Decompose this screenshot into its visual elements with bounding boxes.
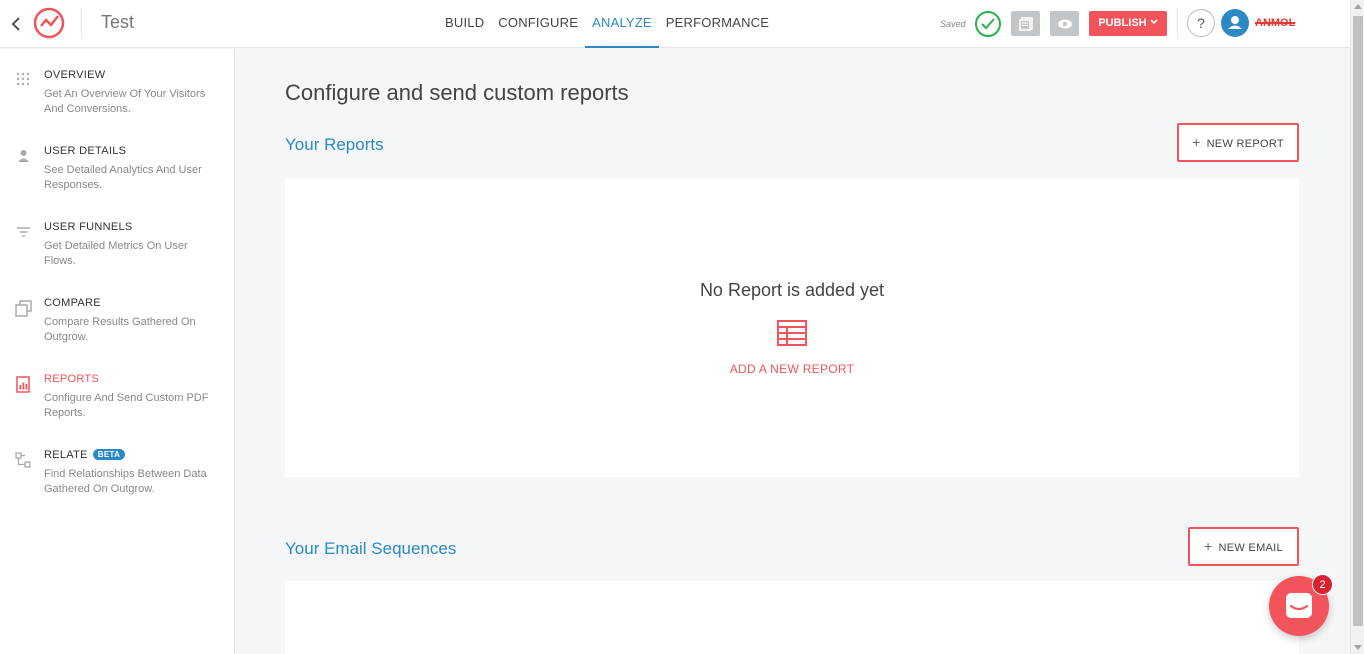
sidebar-item-desc: Compare Results Gathered On Outgrow. <box>44 316 196 343</box>
help-button[interactable]: ? <box>1187 9 1215 37</box>
chevron-down-icon <box>1150 19 1158 25</box>
sidebar-item-desc: Configure And Send Custom PDF Reports. <box>44 392 209 419</box>
tab-analyze[interactable]: ANALYZE <box>585 0 659 48</box>
sidebar-item-user-details[interactable]: USER DETAILS See Detailed Analytics And … <box>0 145 234 215</box>
avatar[interactable] <box>1221 9 1249 37</box>
sidebar-item-label: COMPARE <box>44 297 101 309</box>
sidebar-item-label: REPORTS <box>44 373 100 385</box>
eye-icon <box>1057 19 1072 28</box>
publish-label: PUBLISH <box>1098 17 1147 29</box>
tab-performance[interactable]: PERFORMANCE <box>659 0 776 48</box>
new-email-label: NEW EMAIL <box>1218 542 1283 554</box>
outgrow-logo[interactable] <box>32 6 66 40</box>
user-avatar-icon <box>1228 16 1242 29</box>
funnel-icon <box>17 227 30 237</box>
plus-icon: + <box>1204 538 1213 554</box>
beta-badge: BETA <box>92 449 126 460</box>
sidebar-item-desc: Get An Overview Of Your Visitors And Con… <box>44 88 206 115</box>
table-icon[interactable] <box>777 320 807 346</box>
scroll-down-arrow-icon[interactable] <box>1354 645 1362 650</box>
scroll-thumb[interactable] <box>1353 16 1363 626</box>
new-report-button[interactable]: + NEW REPORT <box>1177 123 1299 162</box>
sidebar-item-label: USER DETAILS <box>44 145 127 157</box>
chat-unread-badge: 2 <box>1312 574 1333 595</box>
sidebar-item-relate[interactable]: RELATE BETA Find Relationships Between Da… <box>0 449 234 519</box>
sidebar-item-label: USER FUNNELS <box>44 221 133 233</box>
username[interactable]: ANMOL <box>1255 17 1295 29</box>
grid-dots-icon <box>16 72 30 86</box>
sidebar-item-desc: Find Relationships Between Data Gathered… <box>44 468 207 495</box>
analyze-sidebar: OVERVIEW Get An Overview Of Your Visitor… <box>0 49 235 654</box>
sidebar-item-overview[interactable]: OVERVIEW Get An Overview Of Your Visitor… <box>0 69 234 139</box>
sidebar-item-label: OVERVIEW <box>44 69 106 81</box>
emails-section-title: Your Email Sequences <box>285 539 457 558</box>
reports-section-title: Your Reports <box>285 135 384 154</box>
new-email-button[interactable]: + NEW EMAIL <box>1188 527 1299 566</box>
empty-state-text: No Report is added yet <box>699 280 885 300</box>
report-icon <box>16 376 30 393</box>
tab-build[interactable]: BUILD <box>438 0 491 48</box>
relate-icon <box>15 452 31 468</box>
page-title: Configure and send custom reports <box>285 80 629 105</box>
sidebar-item-reports[interactable]: REPORTS Configure And Send Custom PDF Re… <box>0 373 234 443</box>
sidebar-item-desc: See Detailed Analytics And User Response… <box>44 164 202 191</box>
header-divider-2 <box>1177 8 1178 38</box>
new-report-label: NEW REPORT <box>1206 138 1284 150</box>
templates-button[interactable] <box>1011 11 1040 36</box>
sidebar-item-label: RELATE BETA <box>44 449 126 461</box>
header-divider <box>81 8 82 38</box>
back-icon[interactable] <box>10 14 28 34</box>
emails-panel <box>285 581 1299 654</box>
main-nav: BUILD CONFIGURE ANALYZE PERFORMANCE <box>438 0 776 48</box>
sidebar-item-compare[interactable]: COMPARE Compare Results Gathered On Outg… <box>0 297 234 367</box>
app-title: Test <box>101 12 135 32</box>
plus-icon: + <box>1192 134 1201 150</box>
relate-label-text: RELATE <box>44 449 88 461</box>
add-new-report-link[interactable]: ADD A NEW REPORT <box>285 362 1299 376</box>
document-icon <box>1018 16 1033 31</box>
saved-status: Saved <box>940 19 966 29</box>
scroll-up-arrow-icon[interactable] <box>1354 4 1362 9</box>
top-bar: Test BUILD CONFIGURE ANALYZE PERFORMANCE… <box>0 0 1364 48</box>
check-circle-icon <box>975 11 1001 37</box>
preview-button[interactable] <box>1050 11 1079 36</box>
sidebar-item-user-funnels[interactable]: USER FUNNELS Get Detailed Metrics On Use… <box>0 221 234 291</box>
sidebar-item-desc: Get Detailed Metrics On User Flows. <box>44 240 188 267</box>
page-scrollbar[interactable] <box>1350 0 1364 654</box>
tab-configure[interactable]: CONFIGURE <box>491 0 585 48</box>
user-icon <box>18 150 29 162</box>
reports-panel: No Report is added yet ADD A NEW REPORT <box>285 178 1299 477</box>
compare-icon <box>15 300 32 317</box>
publish-button[interactable]: PUBLISH <box>1089 11 1167 36</box>
